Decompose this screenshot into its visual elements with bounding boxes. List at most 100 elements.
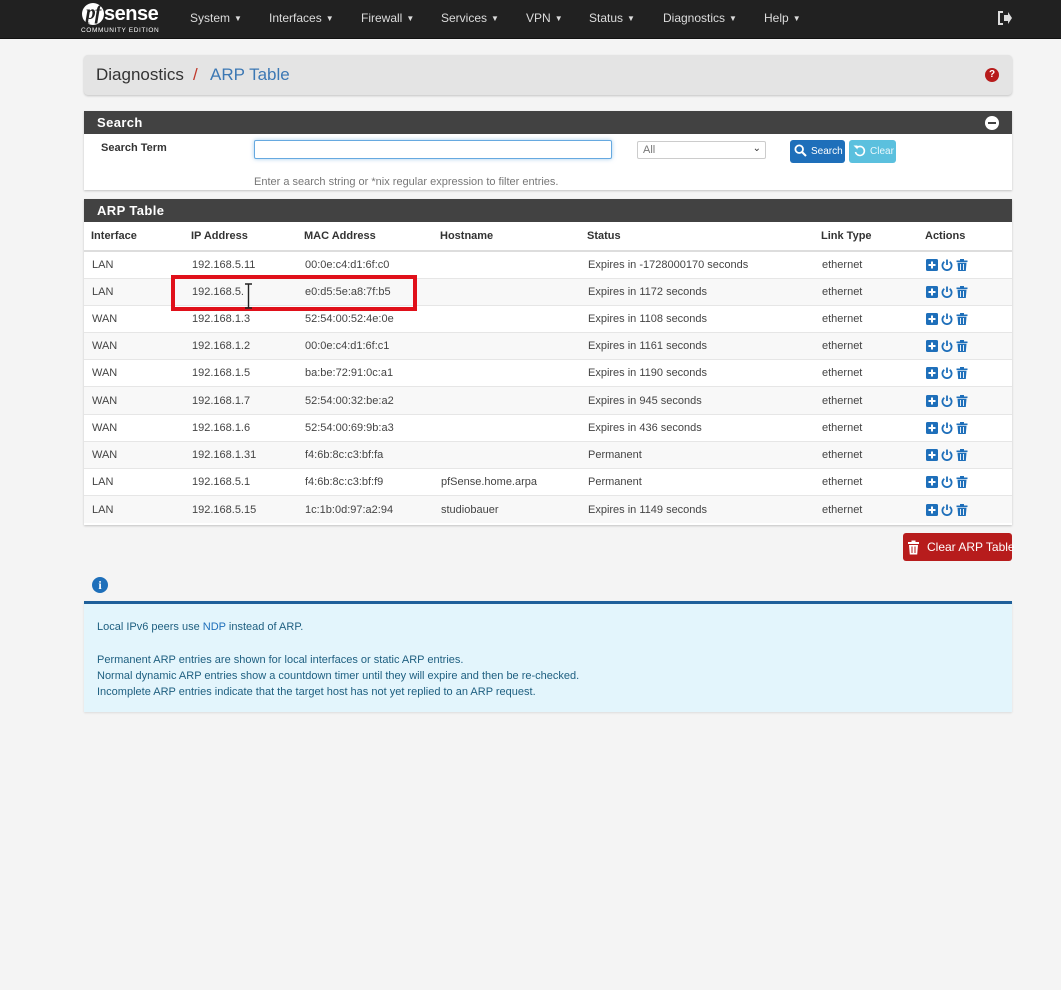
table-row: WAN 192.168.1.5 ba:be:72:91:0c:a1 Expires i… [84,359,1012,387]
info-box: Local IPv6 peers use NDP instead of ARP.… [84,601,1012,712]
status-cell: Expires in 1190 seconds [580,359,814,387]
ndp-link[interactable]: NDP [203,621,226,633]
undo-icon [853,145,866,157]
info-line-ndp: Local IPv6 peers use NDP instead of ARP. [97,621,303,633]
plus-square-icon[interactable] [926,421,938,434]
arp-table: Interface IP Address MAC Address Hostnam… [84,222,1012,523]
link-type-cell: ethernet [814,332,918,360]
collapse-minus-icon[interactable] [985,116,999,130]
plus-square-icon[interactable] [926,313,938,326]
column-header[interactable]: Hostname [433,222,580,252]
hostname-cell [433,386,580,415]
nav-services[interactable]: Services ▼ [441,11,499,25]
table-row: WAN 192.168.1.31 f4:6b:8c:c3:bf:fa Permanen… [84,440,1012,469]
hostname-cell: pfSense.home.arpa [433,467,580,496]
plus-square-icon[interactable] [926,340,938,353]
arp-table-panel: ARP Table Interface IP Address MAC Addre… [84,199,1012,525]
actions-cell [918,495,1012,523]
interface-cell: LAN [84,467,184,496]
column-header[interactable]: Status [580,222,814,252]
breadcrumb-separator: / [193,65,198,84]
nav-vpn[interactable]: VPN ▼ [526,11,563,25]
power-icon[interactable] [941,395,953,407]
select-value: All [643,144,656,156]
logout-icon[interactable] [997,10,1013,26]
nav-interfaces[interactable]: Interfaces ▼ [269,11,334,25]
nav-label: Interfaces [269,11,322,25]
link-type-cell: ethernet [814,359,918,387]
link-type-cell: ethernet [814,467,918,496]
clear-arp-table-button[interactable]: Clear ARP Table [903,533,1015,561]
trash-icon[interactable] [956,258,968,271]
actions-cell [918,440,1012,469]
nav-status[interactable]: Status ▼ [589,11,635,25]
search-button[interactable]: Search [790,140,845,163]
power-icon[interactable] [941,476,953,489]
power-icon[interactable] [941,286,953,298]
plus-square-icon[interactable] [926,367,938,380]
status-cell: Expires in 1172 seconds [580,277,814,306]
breadcrumb-current-page[interactable]: ARP Table [210,65,290,85]
power-icon[interactable] [941,313,953,325]
power-icon[interactable] [941,340,953,353]
trash-icon[interactable] [956,476,968,489]
link-type-cell: ethernet [814,413,918,442]
status-cell: Expires in 1149 seconds [580,495,814,523]
column-header[interactable]: IP Address [184,222,297,252]
trash-icon[interactable] [956,367,968,380]
plus-square-icon[interactable] [926,394,938,407]
link-type-cell: ethernet [814,495,918,523]
interface-cell: WAN [84,304,184,333]
interface-cell: LAN [84,277,184,306]
trash-icon[interactable] [956,448,968,461]
search-panel: Search Search Term All ⌄ Search Clear En… [84,111,1012,190]
info-icon[interactable]: i [92,577,108,593]
help-icon[interactable]: ? [985,68,999,82]
clear-arp-table-label: Clear ARP Table [927,540,1015,554]
hostname-cell [433,332,580,360]
pfsense-logo[interactable]: pf sense COMMUNITY EDITION [80,2,170,36]
logo-badge: pf [82,3,104,25]
trash-icon[interactable] [956,394,968,407]
nav-help[interactable]: Help ▼ [764,11,801,25]
search-button-label: Search [811,146,843,157]
status-cell: Expires in -1728000170 seconds [580,250,814,279]
hostname-cell [433,277,580,306]
plus-square-icon[interactable] [926,476,938,489]
trash-icon[interactable] [956,313,968,326]
trash-icon[interactable] [956,285,968,298]
caret-down-icon: ▼ [491,14,499,23]
column-header[interactable]: MAC Address [297,222,433,252]
caret-down-icon: ▼ [792,14,801,23]
breadcrumb-root: Diagnostics [96,65,184,84]
trash-icon[interactable] [956,340,968,353]
hostname-cell [433,359,580,387]
power-icon[interactable] [941,259,953,271]
table-row: LAN 192.168.5.15 1c:1b:0d:97:a2:94 studioba… [84,495,1012,523]
nav-diagnostics[interactable]: Diagnostics ▼ [663,11,737,25]
caret-down-icon: ▼ [554,14,563,23]
power-icon[interactable] [941,449,953,461]
clear-search-button[interactable]: Clear [849,140,896,163]
power-icon[interactable] [941,367,953,380]
plus-square-icon[interactable] [926,503,938,516]
search-input[interactable] [254,140,612,159]
column-header[interactable]: Link Type [814,222,918,252]
power-icon[interactable] [941,422,953,434]
column-header[interactable]: Interface [84,222,184,252]
power-icon[interactable] [941,504,953,516]
ip-address-cell: 192.168.1.2 [184,332,297,360]
trash-icon[interactable] [956,503,968,516]
nav-label: Firewall [361,11,403,25]
interface-filter-select[interactable]: All ⌄ [637,141,766,159]
plus-square-icon[interactable] [926,285,938,298]
actions-cell [918,250,1012,279]
nav-firewall[interactable]: Firewall ▼ [361,11,414,25]
trash-icon[interactable] [956,421,968,434]
plus-square-icon[interactable] [926,258,938,271]
search-icon [794,144,807,157]
plus-square-icon[interactable] [926,448,938,461]
info-line-incomplete: Incomplete ARP entries indicate that the… [97,686,536,698]
caret-down-icon: ▼ [627,14,635,23]
nav-system[interactable]: System ▼ [190,11,242,25]
